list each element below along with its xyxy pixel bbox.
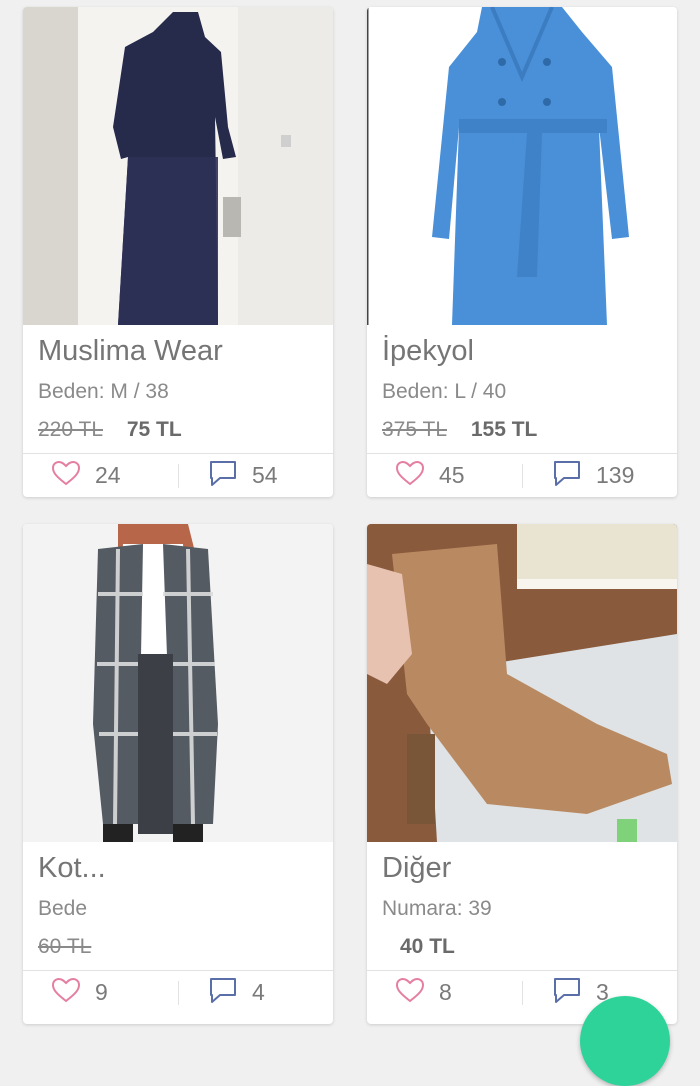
old-price: 375 TL: [382, 418, 447, 441]
action-separator: [522, 464, 523, 488]
like-count: 9: [95, 978, 108, 1005]
current-price: 75 TL: [126, 418, 182, 441]
comment-count: 139: [596, 461, 635, 488]
current-price: 155 TL: [470, 418, 538, 441]
listing-card[interactable]: Kot... Bede 60 TL 9 4: [23, 524, 333, 1024]
listing-title[interactable]: Diğer: [382, 852, 451, 885]
listing-title[interactable]: Muslima Wear: [38, 335, 223, 368]
comment-icon: [552, 459, 582, 492]
like-button[interactable]: 9: [51, 977, 108, 1007]
listing-size: Beden: M / 38: [38, 380, 169, 403]
listing-card[interactable]: Muslima Wear Beden: M / 38 220 TL 75 TL …: [23, 7, 333, 497]
listing-photo-trench-coat[interactable]: [367, 7, 677, 325]
listing-size: Bede: [38, 897, 88, 920]
comment-button[interactable]: 4: [208, 977, 265, 1007]
like-button[interactable]: 8: [395, 977, 452, 1007]
listing-prices: 60 TL: [38, 935, 109, 959]
listing-title[interactable]: İpekyol: [382, 335, 474, 368]
listing-photo-boot[interactable]: [367, 524, 677, 842]
old-price: 60 TL: [38, 935, 92, 958]
listing-actions: 9 4: [23, 971, 333, 1014]
comment-icon: [208, 459, 238, 492]
action-separator: [522, 981, 523, 1005]
comment-button[interactable]: 139: [552, 460, 634, 490]
like-count: 24: [95, 461, 121, 488]
listing-actions: 45 139: [367, 454, 677, 497]
listing-prices: 40 TL: [382, 935, 455, 959]
listing-photo-cardigan[interactable]: [23, 524, 333, 842]
heart-icon: [395, 977, 425, 1008]
listing-size: Numara: 39: [382, 897, 492, 920]
action-separator: [178, 981, 179, 1005]
listing-photo-dress[interactable]: [23, 7, 333, 325]
comment-icon: [552, 976, 582, 1009]
heart-icon: [51, 460, 81, 491]
old-price: 220 TL: [38, 418, 103, 441]
like-count: 8: [439, 978, 452, 1005]
comment-count: 54: [252, 461, 278, 488]
comment-icon: [208, 976, 238, 1009]
listing-size: Beden: L / 40: [382, 380, 507, 403]
listing-actions: 24 54: [23, 454, 333, 497]
like-count: 45: [439, 461, 465, 488]
listing-prices: 375 TL 155 TL: [382, 418, 537, 442]
heart-icon: [395, 460, 425, 491]
heart-icon: [51, 977, 81, 1008]
listing-grid: Muslima Wear Beden: M / 38 220 TL 75 TL …: [0, 0, 700, 1024]
like-button[interactable]: 45: [395, 460, 465, 490]
comment-button[interactable]: 54: [208, 460, 278, 490]
action-separator: [178, 464, 179, 488]
listing-card[interactable]: Diğer Numara: 39 40 TL 8 3: [367, 524, 677, 1024]
comment-count: 4: [252, 978, 265, 1005]
add-fab[interactable]: [580, 996, 670, 1086]
listing-prices: 220 TL 75 TL: [38, 418, 182, 442]
listing-card[interactable]: İpekyol Beden: L / 40 375 TL 155 TL 45 1…: [367, 7, 677, 497]
like-button[interactable]: 24: [51, 460, 121, 490]
listing-title[interactable]: Kot...: [38, 852, 106, 885]
current-price: 40 TL: [400, 935, 455, 958]
